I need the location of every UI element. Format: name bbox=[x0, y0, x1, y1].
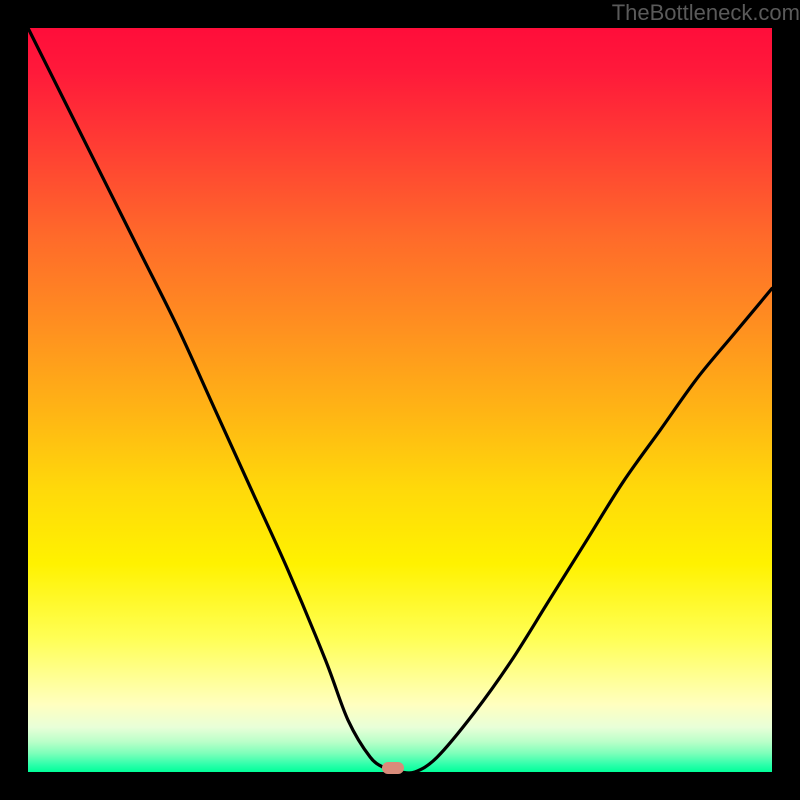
plot-area bbox=[28, 28, 772, 772]
bottleneck-curve bbox=[28, 28, 772, 772]
watermark-text: TheBottleneck.com bbox=[612, 0, 800, 26]
chart-frame: TheBottleneck.com bbox=[0, 0, 800, 800]
optimal-point-marker bbox=[382, 762, 404, 774]
